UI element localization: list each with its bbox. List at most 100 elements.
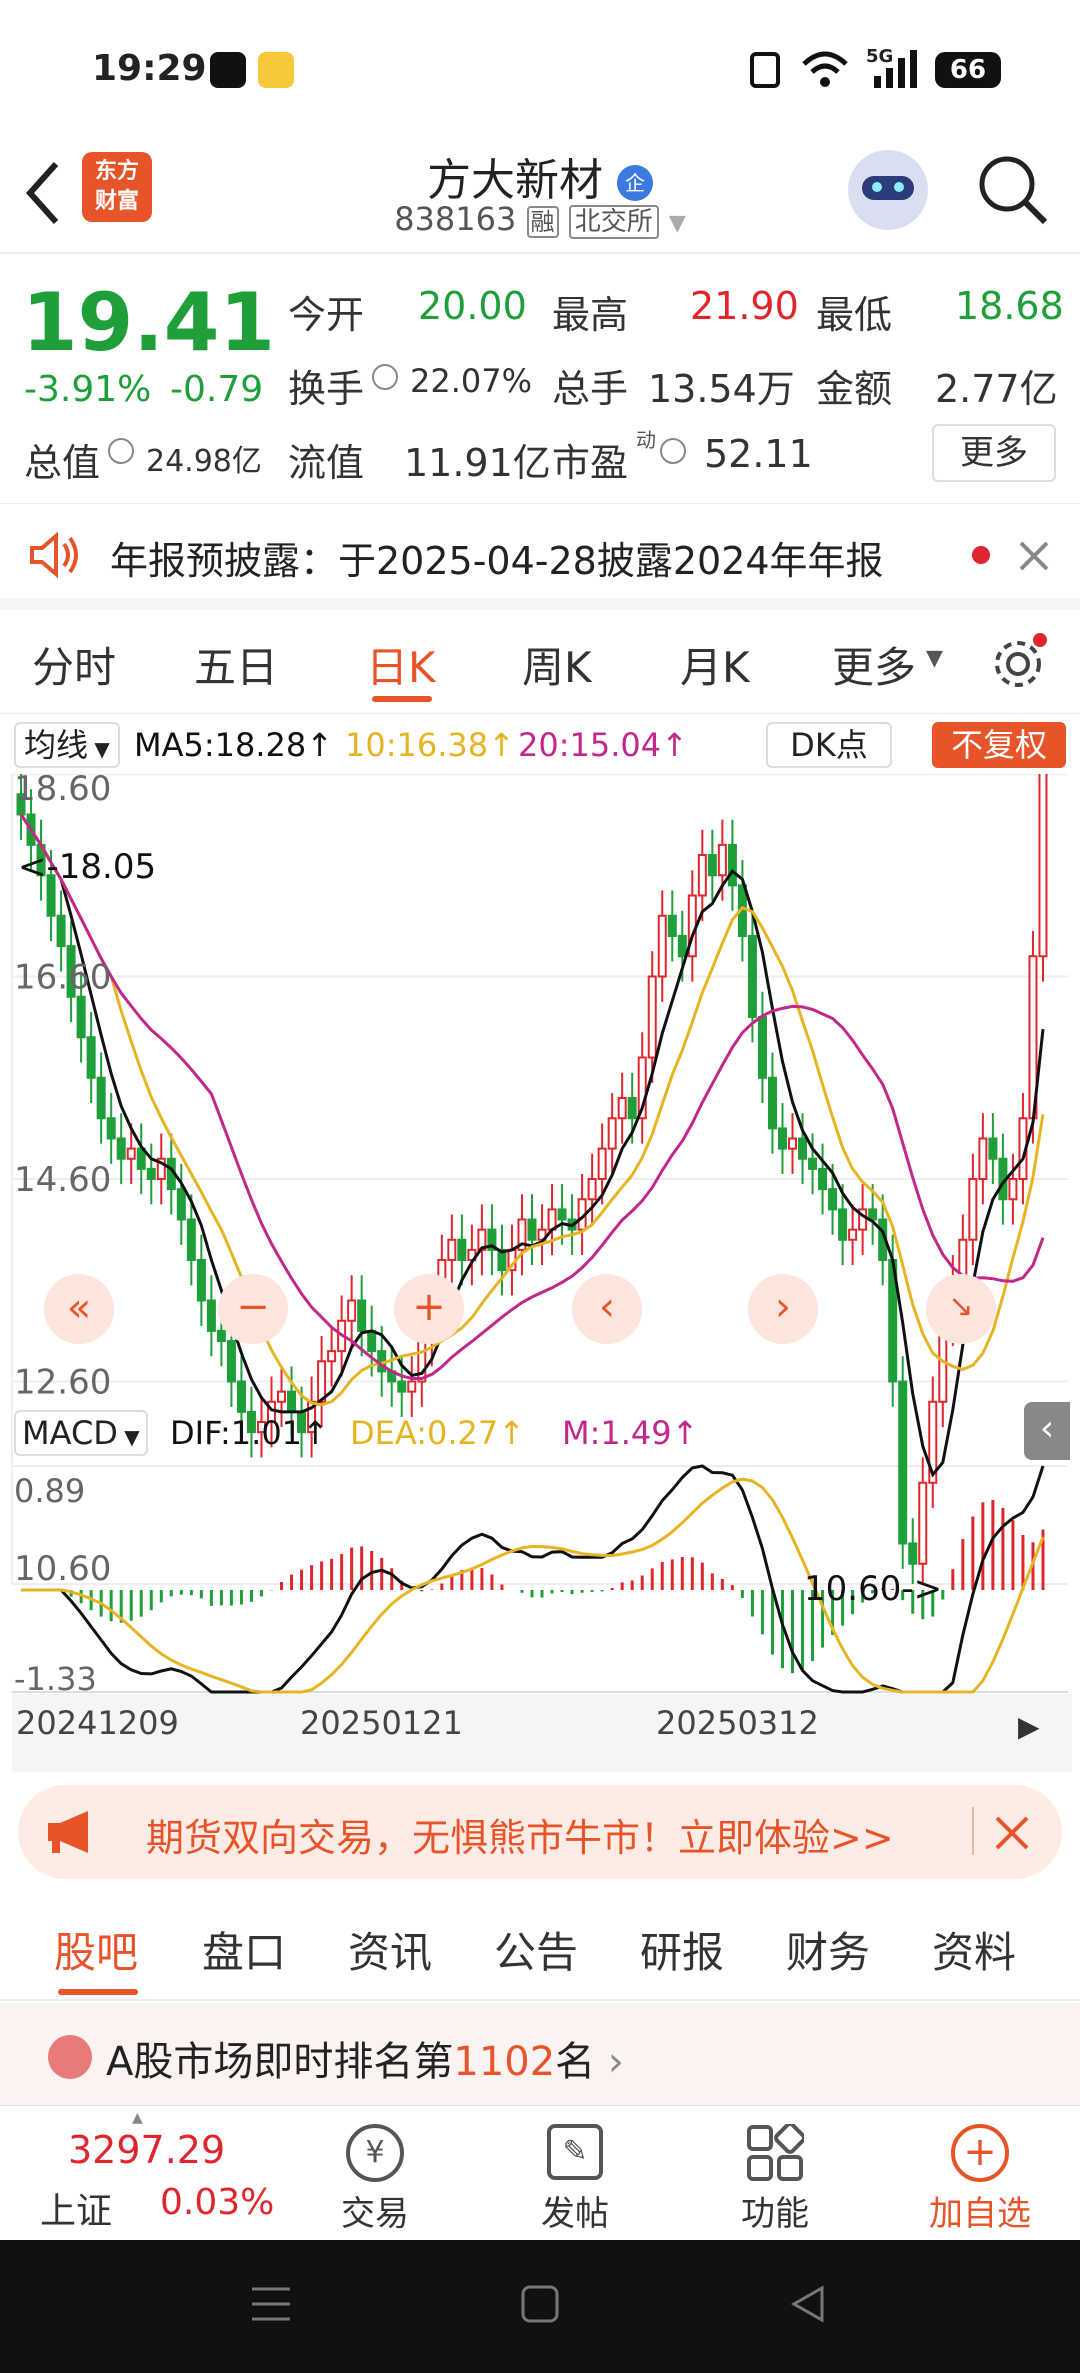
- candle-body: [918, 1481, 928, 1565]
- tab-daily-k[interactable]: 日K: [366, 634, 436, 695]
- float-label: 流值: [288, 441, 365, 485]
- tab-research[interactable]: 研报: [640, 1919, 724, 1980]
- stock-code: 838163: [394, 200, 517, 238]
- unread-dot: [972, 546, 990, 564]
- pe-value: 52.11: [704, 432, 813, 476]
- candle-body: [838, 1208, 848, 1241]
- candle-body: [767, 1076, 777, 1130]
- dropdown-icon: ▼: [668, 211, 686, 236]
- candle-body: [667, 914, 677, 937]
- y-tick-label: 14.60: [14, 1160, 111, 1200]
- dea-label: DEA:0.27↑: [350, 1414, 526, 1452]
- candle-body: [196, 1259, 206, 1302]
- candle-body: [557, 1208, 567, 1221]
- tab-financials[interactable]: 财务: [786, 1919, 870, 1980]
- info-icon[interactable]: [372, 364, 398, 390]
- close-icon[interactable]: [1018, 540, 1050, 572]
- stock-name: 方大新材: [427, 155, 603, 206]
- y-tick-label: 10.60: [14, 1549, 111, 1589]
- tab-forum[interactable]: 股吧: [54, 1919, 138, 1980]
- indicator-selector[interactable]: MACD ▼: [14, 1410, 148, 1456]
- wifi-icon: [802, 51, 848, 87]
- tab-monthly-k[interactable]: 月K: [680, 634, 750, 695]
- macd-y-tick: -1.33: [14, 1660, 97, 1698]
- home-icon[interactable]: [520, 2284, 560, 2324]
- functions-label: 功能: [741, 2194, 809, 2234]
- promo-banner[interactable]: 期货双向交易，无惧熊市牛市！立即体验>>: [18, 1785, 1062, 1879]
- candle-body: [367, 1329, 377, 1353]
- post-button[interactable]: ✎ 发帖: [520, 2106, 630, 2241]
- trade-button[interactable]: ¥ 交易: [320, 2106, 430, 2241]
- chevron-down-icon: ▼: [926, 646, 943, 671]
- ma-selector[interactable]: 均线 ▼: [14, 722, 120, 768]
- back-nav-icon[interactable]: [788, 2284, 828, 2324]
- change-percent: -3.91%: [24, 369, 152, 410]
- more-button[interactable]: 更多: [932, 424, 1056, 482]
- rank-suffix: 名: [555, 2039, 596, 2085]
- candle-body: [828, 1188, 838, 1211]
- info-icon[interactable]: [660, 438, 686, 464]
- open-label: 今开: [288, 293, 365, 337]
- candle-body: [527, 1218, 537, 1241]
- fullscreen-button[interactable]: ↘: [926, 1274, 996, 1344]
- open-value: 20.00: [418, 284, 527, 328]
- close-icon[interactable]: [994, 1815, 1030, 1851]
- candle-body: [808, 1157, 818, 1170]
- ma20-label: 20:15.04↑: [518, 726, 688, 764]
- signal-icon: [874, 50, 917, 88]
- zoom-in-button[interactable]: +: [394, 1274, 464, 1344]
- volume-value: 13.54万: [648, 367, 795, 411]
- clock: 19:29: [92, 48, 207, 89]
- tab-more[interactable]: 更多: [832, 634, 916, 695]
- candle-body: [146, 1167, 156, 1180]
- tab-profile[interactable]: 资料: [932, 1919, 1016, 1980]
- candle-body: [968, 1178, 978, 1241]
- scroll-right-icon[interactable]: ▶: [1018, 1710, 1040, 1743]
- edit-icon: ✎: [547, 2124, 603, 2180]
- tab-intraday[interactable]: 分时: [32, 634, 116, 695]
- index-ticker[interactable]: ▲ 3297.29 上证 0.03%: [20, 2106, 280, 2241]
- dk-point-button[interactable]: DK点: [766, 722, 892, 768]
- low-value: 18.68: [955, 284, 1064, 328]
- candle-body: [397, 1380, 407, 1393]
- adjust-toggle-button[interactable]: 不复权: [932, 722, 1066, 768]
- candle-body: [757, 1016, 767, 1079]
- info-icon[interactable]: [108, 438, 134, 464]
- chevron-up-icon: ▲: [132, 2110, 143, 2126]
- index-change: 0.03%: [160, 2182, 275, 2223]
- kline-svg[interactable]: 18.60 16.60 14.60 12.60 10.60 <-18.05 10.60-> 0…: [0, 774, 1080, 1774]
- gear-icon[interactable]: [990, 632, 1050, 692]
- status-bar: 19:29 5G 66: [0, 0, 1080, 140]
- candle-body: [848, 1228, 858, 1241]
- tab-order-book[interactable]: 盘口: [202, 1919, 286, 1980]
- kline-tabs: 分时 五日 日K 周K 月K 更多 ▼: [0, 610, 1080, 714]
- tab-weekly-k[interactable]: 周K: [522, 634, 592, 695]
- rewind-button[interactable]: «: [44, 1274, 114, 1344]
- ranking-row[interactable]: A股市场即时排名第1102名 ›: [0, 2003, 1080, 2105]
- turnover-label: 换手: [288, 367, 365, 411]
- menu-icon[interactable]: [250, 2284, 292, 2324]
- candle-body: [96, 1076, 106, 1120]
- candle-body: [657, 914, 667, 978]
- search-icon[interactable]: [975, 152, 1051, 228]
- robot-assistant-icon[interactable]: [848, 150, 928, 230]
- zoom-out-button[interactable]: −: [218, 1274, 288, 1344]
- collapse-panel-button[interactable]: ‹: [1024, 1402, 1070, 1460]
- candle-body: [347, 1299, 357, 1322]
- tab-news[interactable]: 资讯: [348, 1919, 432, 1980]
- tab-announcements[interactable]: 公告: [494, 1919, 578, 1980]
- kline-chart-area: 均线 ▼ MA5:18.28↑ 10:16.38↑ 20:15.04↑ DK点 …: [0, 714, 1080, 1774]
- next-button[interactable]: ›: [748, 1274, 818, 1344]
- candle-body: [627, 1097, 637, 1120]
- ma-select-label: 均线: [24, 726, 89, 764]
- add-watchlist-button[interactable]: + 加自选: [910, 2106, 1050, 2241]
- candle-body: [727, 843, 737, 887]
- prev-button[interactable]: ‹: [572, 1274, 642, 1344]
- notice-bar[interactable]: 年报预披露：于2025-04-28披露2024年年报: [0, 504, 1080, 610]
- functions-button[interactable]: 功能: [720, 2106, 830, 2241]
- candle-body: [707, 854, 717, 877]
- tab-five-day[interactable]: 五日: [194, 634, 278, 695]
- candle-body: [417, 1340, 427, 1383]
- candle-body: [717, 843, 727, 877]
- active-tab-indicator: [58, 1989, 138, 1995]
